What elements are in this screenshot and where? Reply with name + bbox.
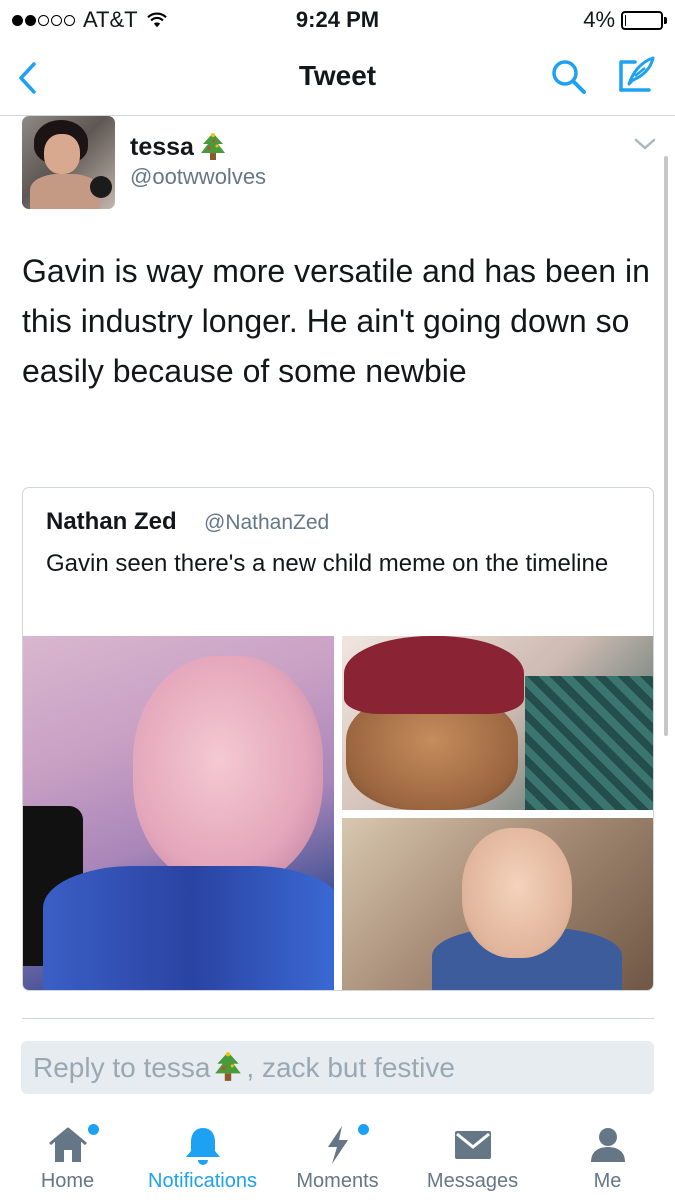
author-name-text: tessa	[130, 132, 194, 161]
author-name[interactable]: tessa	[130, 132, 226, 162]
quoted-photo-3[interactable]	[342, 818, 653, 990]
battery-icon	[621, 10, 667, 30]
nav-bar: Tweet	[0, 40, 675, 116]
chevron-down-icon[interactable]	[633, 136, 657, 152]
bell-icon	[185, 1128, 220, 1165]
tab-label-moments: Moments	[296, 1170, 379, 1192]
tab-home[interactable]: Home	[0, 1110, 135, 1200]
tab-notifications[interactable]: Notifications	[135, 1110, 369, 1200]
reply-placeholder-prefix: Reply to tessa	[33, 1052, 211, 1083]
battery-percent: 4%	[583, 7, 615, 32]
quoted-author-handle: @NathanZed	[204, 511, 330, 534]
status-bar: AT&T 9:24 PM 4%	[0, 0, 675, 40]
author-handle[interactable]: @ootwwolves	[130, 164, 266, 190]
quoted-tweet[interactable]: Nathan Zed @NathanZed Gavin seen there's…	[22, 487, 654, 991]
search-icon[interactable]	[549, 57, 589, 97]
tab-me[interactable]: Me	[540, 1110, 675, 1200]
reply-bar[interactable]: Reply to tessa , zack but festive	[21, 1041, 654, 1094]
tab-label-me: Me	[593, 1170, 622, 1192]
tab-label-messages: Messages	[426, 1170, 519, 1192]
quoted-author-name: Nathan Zed	[46, 508, 177, 535]
back-icon[interactable]	[12, 58, 42, 98]
quoted-tweet-text: Gavin seen there's a new child meme on t…	[46, 550, 609, 577]
envelope-icon	[454, 1131, 491, 1159]
compose-tweet-icon[interactable]	[615, 54, 657, 96]
christmas-tree-icon	[200, 133, 225, 160]
tab-label-notifications: Notifications	[148, 1170, 257, 1192]
tab-label-home: Home	[40, 1170, 95, 1192]
tab-moments[interactable]: Moments	[270, 1110, 405, 1200]
status-time: 9:24 PM	[295, 7, 380, 32]
reply-placeholder-suffix: , zack but festive	[246, 1052, 455, 1083]
quoted-photo-2[interactable]	[342, 636, 653, 810]
status-right: 4%	[583, 7, 667, 33]
reply-input[interactable]: Reply to tessa , zack but festive	[33, 1041, 633, 1094]
divider	[22, 1018, 654, 1019]
tab-bar: Home Notifications Moments Messages Me	[0, 1110, 675, 1200]
home-icon	[48, 1127, 87, 1162]
battery-fill	[625, 14, 626, 26]
person-icon	[590, 1128, 625, 1162]
tab-messages[interactable]: Messages	[405, 1110, 540, 1200]
avatar[interactable]	[22, 116, 115, 209]
lightning-icon	[327, 1126, 348, 1164]
tweet-text: Gavin is way more versatile and has been…	[22, 253, 650, 389]
scrollbar[interactable]	[664, 156, 668, 736]
christmas-tree-icon	[215, 1052, 242, 1081]
quoted-photo-1[interactable]	[23, 636, 334, 990]
home-badge	[88, 1124, 99, 1135]
